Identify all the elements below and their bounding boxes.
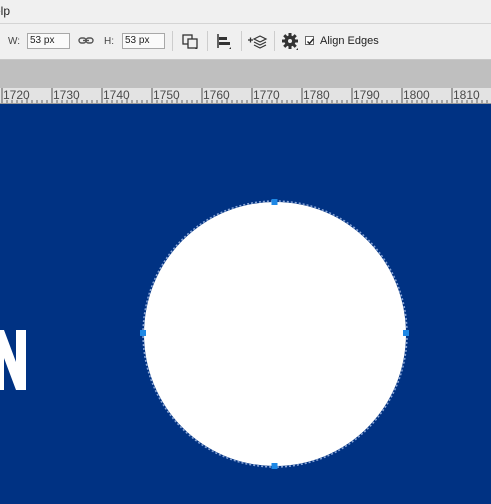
anchor-point-top[interactable] <box>271 199 278 205</box>
width-label: W: <box>8 36 21 47</box>
ruler-tick-label: 1780 <box>303 88 330 102</box>
horizontal-ruler[interactable]: 1720 1730 1740 1750 1760 1770 1780 1790 1800 1810 <box>0 88 491 104</box>
ruler-tick-label: 1770 <box>253 88 280 102</box>
toolbar-divider <box>274 31 275 51</box>
partial-letter-glyph <box>0 330 26 390</box>
options-bar: W: 53 px H: 53 px Align Edges <box>0 24 491 60</box>
ruler-tick-label: 1790 <box>353 88 380 102</box>
anchor-point-left[interactable] <box>140 330 146 336</box>
align-edges-label[interactable]: Align Edges <box>320 35 379 47</box>
menu-bar: elp <box>0 0 491 24</box>
ruler-tick-label: 1750 <box>153 88 180 102</box>
ruler-tick-label: 1810 <box>453 88 480 102</box>
anchor-point-right[interactable] <box>403 330 409 336</box>
height-field[interactable]: 53 px <box>122 33 165 49</box>
document-canvas[interactable] <box>0 104 491 504</box>
ruler-tick-label: 1800 <box>403 88 430 102</box>
toolbar-divider <box>172 31 173 51</box>
path-operations-icon[interactable] <box>180 31 200 51</box>
ellipse-shape[interactable] <box>144 202 406 466</box>
anchor-point-bottom[interactable] <box>271 463 278 469</box>
ruler-tick-label: 1740 <box>103 88 130 102</box>
width-field[interactable]: 53 px <box>27 33 70 49</box>
height-label: H: <box>104 36 114 47</box>
link-icon[interactable] <box>76 31 96 51</box>
ruler-tick-label: 1730 <box>53 88 80 102</box>
path-arrangement-icon[interactable] <box>246 31 268 51</box>
canvas-artwork <box>0 199 409 469</box>
path-alignment-icon[interactable] <box>214 31 234 51</box>
toolbar-divider <box>207 31 208 51</box>
ruler-tick-label: 1720 <box>3 88 30 102</box>
toolbar-divider <box>241 31 242 51</box>
document-tab-strip <box>0 60 491 88</box>
ruler-tick-label: 1760 <box>203 88 230 102</box>
menu-item-help[interactable]: elp <box>0 4 10 18</box>
align-edges-checkbox[interactable] <box>305 36 315 45</box>
gear-icon[interactable] <box>280 31 300 51</box>
